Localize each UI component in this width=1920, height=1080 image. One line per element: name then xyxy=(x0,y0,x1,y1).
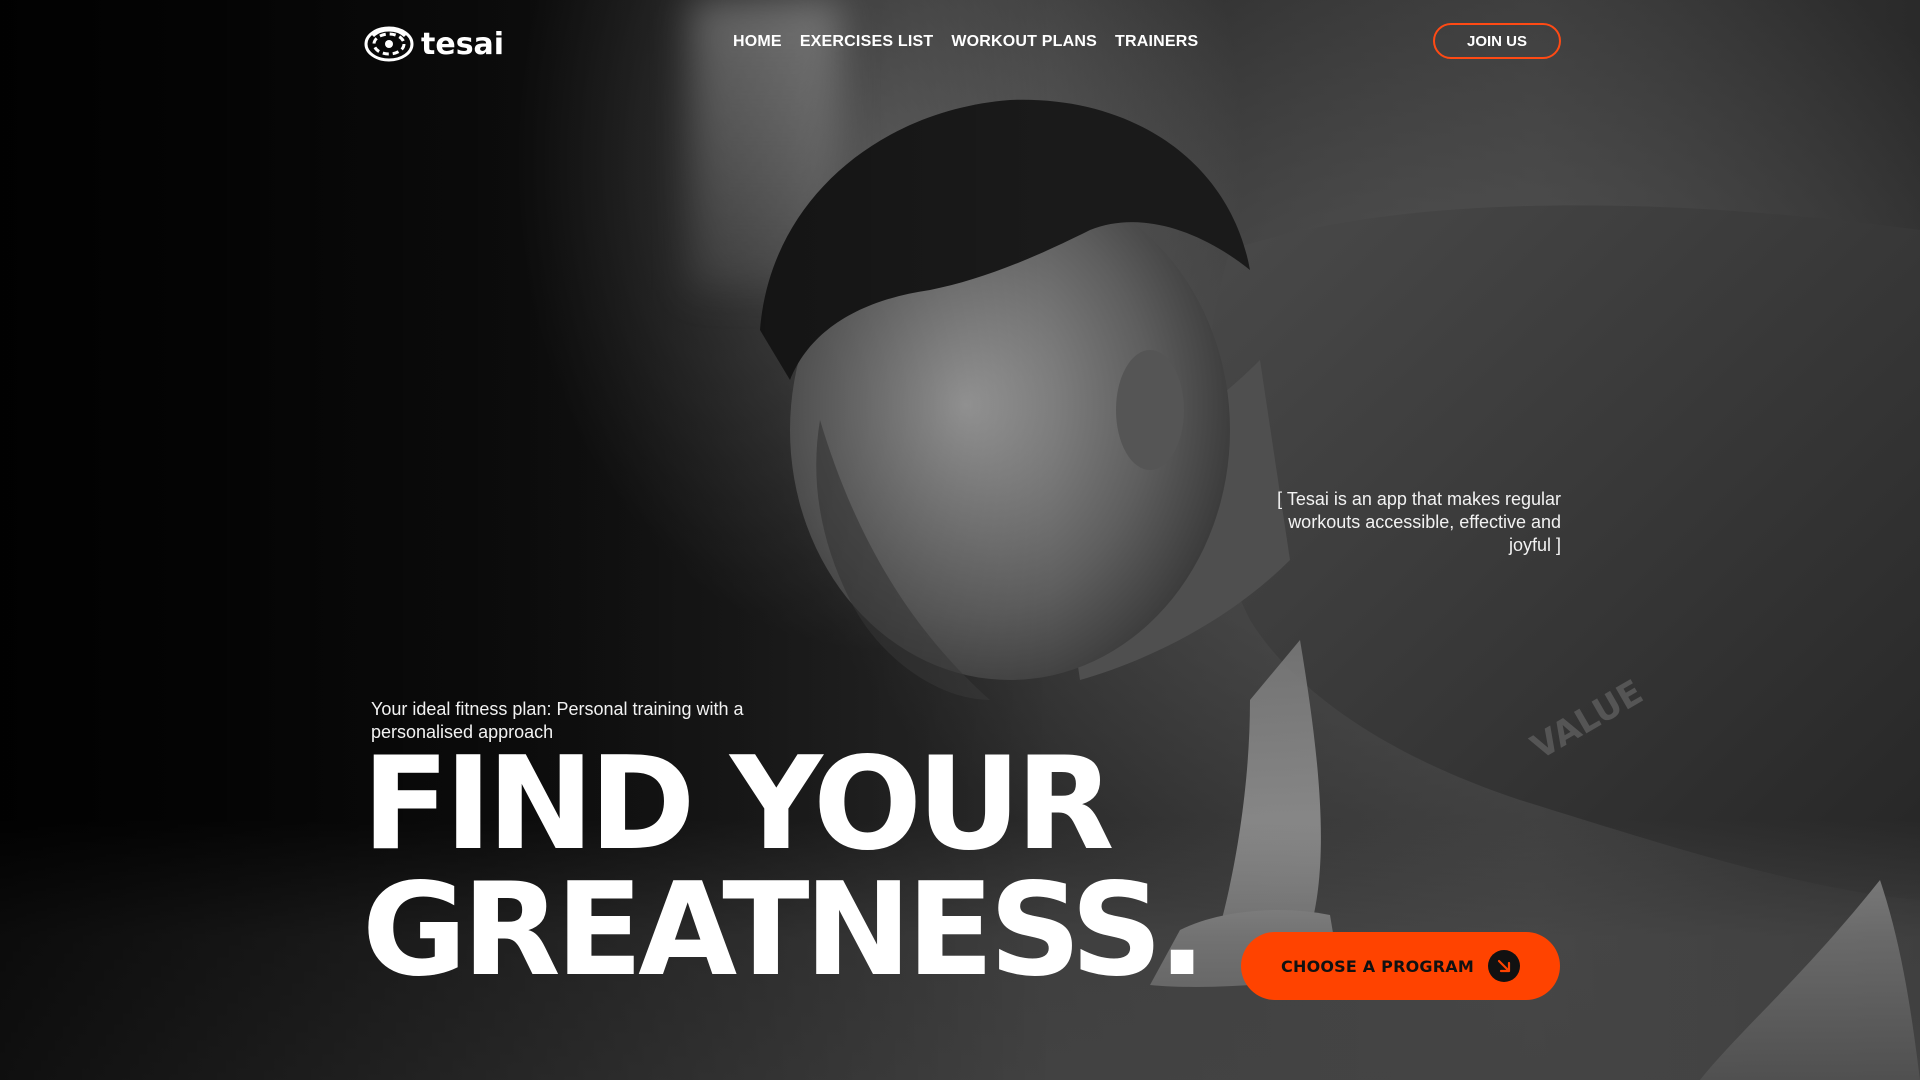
menu-link-trainers[interactable]: TRAINERS xyxy=(1115,33,1198,50)
menu-link-exercises-list[interactable]: EXERCISES LIST xyxy=(800,33,934,50)
hero-tagline: [ Tesai is an app that makes regular wor… xyxy=(1277,489,1561,555)
menu-link-workout-plans[interactable]: WORKOUT PLANS xyxy=(951,33,1097,50)
headline-line-1: FIND YOUR xyxy=(362,730,1114,879)
hero-section: VALUE tesai HOME EXERCISES LIST WORKOUT … xyxy=(0,0,1920,1080)
brand-name: tesai xyxy=(421,26,505,62)
menu-link-home[interactable]: HOME xyxy=(733,33,782,50)
top-navigation: tesai HOME EXERCISES LIST WORKOUT PLANS … xyxy=(363,22,1561,66)
join-us-button[interactable]: JOIN US xyxy=(1433,23,1561,59)
swirl-logo-icon xyxy=(364,26,414,62)
headline-line-2: GREATNESS. xyxy=(362,856,1206,1005)
choose-program-button[interactable]: CHOOSE A PROGRAM xyxy=(1241,932,1560,1000)
arrow-down-right-icon xyxy=(1487,950,1520,982)
brand-logo[interactable]: tesai xyxy=(363,24,504,64)
menu-item-trainers: TRAINERS xyxy=(1115,33,1198,51)
menu-item-home: HOME xyxy=(733,33,782,51)
choose-program-label: CHOOSE A PROGRAM xyxy=(1281,956,1474,976)
main-menu: HOME EXERCISES LIST WORKOUT PLANS TRAINE… xyxy=(733,33,1198,51)
menu-item-workout-plans: WORKOUT PLANS xyxy=(951,33,1097,51)
hero-headline: FIND YOUR GREATNESS. xyxy=(362,730,1206,1005)
menu-item-exercises: EXERCISES LIST xyxy=(800,33,934,51)
